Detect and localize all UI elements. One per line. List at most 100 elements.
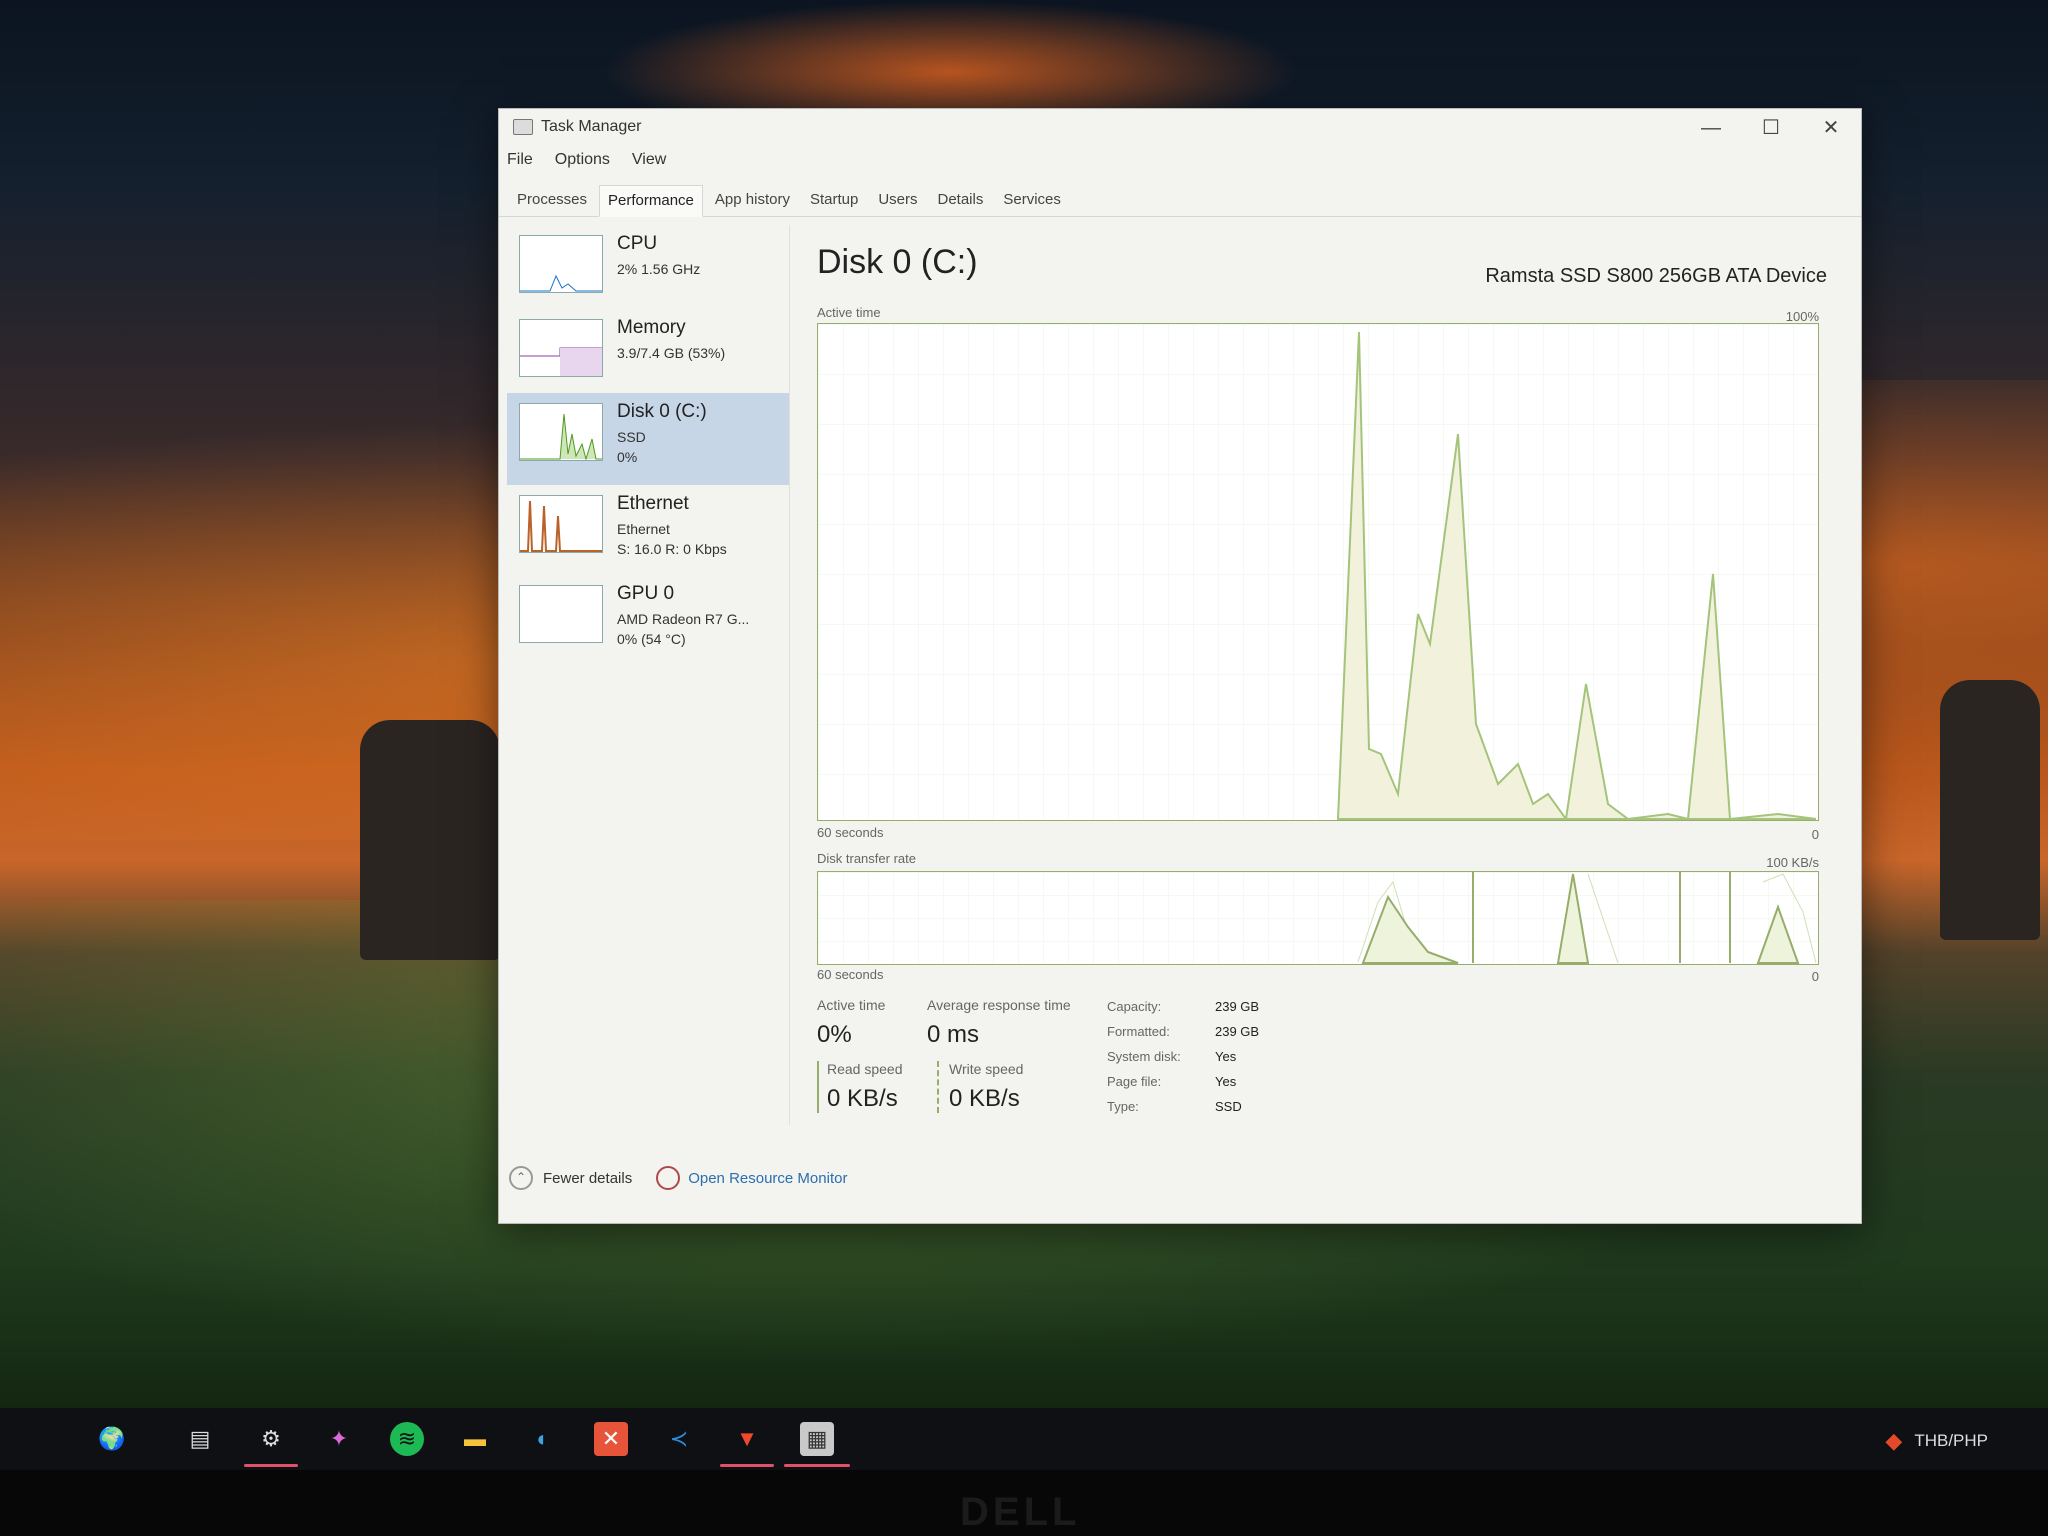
transfer-rate-graph: [817, 871, 1819, 965]
gpu-usage-text: 0% (54 °C): [617, 631, 686, 647]
stat-active-time-label: Active time: [817, 997, 886, 1013]
task-manager-window: Task Manager — ☐ ✕ File Options View Pro…: [498, 108, 1862, 1224]
tab-details[interactable]: Details: [930, 185, 992, 216]
window-title: Task Manager: [541, 118, 642, 135]
task-manager-running-indicator: [784, 1464, 850, 1467]
menu-options[interactable]: Options: [555, 151, 610, 175]
edge-icon[interactable]: ◐: [526, 1422, 560, 1456]
close-button[interactable]: ✕: [1801, 113, 1861, 143]
fewer-details-label: Fewer details: [543, 1169, 633, 1187]
sidebar-item-label: Ethernet: [617, 493, 689, 514]
currency-widget-text[interactable]: THB/PHP: [1914, 1431, 1988, 1451]
stat-read-label: Read speed: [827, 1061, 903, 1077]
task-manager-app-icon: [513, 119, 533, 135]
cpu-thumbnail-graph: [519, 235, 603, 293]
gpu-thumbnail-graph: [519, 585, 603, 643]
sidebar-item-detail: AMD Radeon R7 G... 0% (54 °C): [617, 609, 749, 649]
tab-performance[interactable]: Performance: [599, 185, 703, 217]
menu-view[interactable]: View: [632, 151, 666, 175]
memory-thumbnail-graph: [519, 319, 603, 377]
file-explorer-icon[interactable]: ▬: [458, 1422, 492, 1456]
taskbar: 🌍 ▤ ⚙ ✦ ≋ ▬ ◐ ✕ ≺ ▼ ▦ ◆ THB/PHP: [0, 1408, 2048, 1470]
settings-icon[interactable]: ⚙: [254, 1422, 288, 1456]
tab-processes[interactable]: Processes: [509, 185, 595, 216]
transfer-rate-min-label: 0: [1811, 969, 1819, 984]
prop-system-disk-key: System disk:: [1107, 1049, 1181, 1064]
device-name: Ramsta SSD S800 256GB ATA Device: [1485, 265, 1827, 287]
chevron-up-icon: ⌃: [509, 1166, 533, 1190]
task-manager-icon[interactable]: ▦: [800, 1422, 834, 1456]
read-speed-indicator: [817, 1061, 819, 1113]
spotify-icon[interactable]: ≋: [390, 1422, 424, 1456]
sidebar-item-cpu[interactable]: CPU 2% 1.56 GHz: [507, 225, 789, 311]
prop-capacity-value: 239 GB: [1215, 999, 1260, 1014]
xampp-icon[interactable]: ✕: [594, 1422, 628, 1456]
sidebar-item-detail: 2% 1.56 GHz: [617, 261, 701, 277]
brave-icon[interactable]: ▼: [730, 1422, 764, 1456]
resource-monitor-icon: [656, 1166, 681, 1190]
open-resource-monitor-label: Open Resource Monitor: [688, 1169, 848, 1187]
copilot-icon[interactable]: ✦: [322, 1422, 356, 1456]
monitor-brand-logo: DELL: [960, 1490, 1081, 1534]
settings-running-indicator: [244, 1464, 298, 1467]
ethernet-throughput-text: S: 16.0 R: 0 Kbps: [617, 541, 727, 557]
sidebar-item-gpu[interactable]: GPU 0 AMD Radeon R7 G... 0% (54 °C): [507, 575, 789, 661]
active-time-max-label: 100%: [1785, 309, 1819, 324]
tab-strip: Processes Performance App history Startu…: [499, 185, 1861, 217]
footer-bar: ⌃ Fewer details Open Resource Monitor: [509, 1163, 847, 1193]
system-tray: ◆ THB/PHP: [1885, 1428, 1988, 1454]
sidebar-item-label: GPU 0: [617, 583, 675, 604]
ethernet-thumbnail-graph: [519, 495, 603, 553]
sidebar-item-detail: SSD 0%: [617, 427, 646, 467]
map-icon[interactable]: 🌍: [80, 1422, 144, 1456]
prop-page-file-value: Yes: [1215, 1074, 1237, 1089]
sidebar-item-detail: 3.9/7.4 GB (53%): [617, 345, 726, 361]
disk-detail-panel: Disk 0 (C:) Ramsta SSD S800 256GB ATA De…: [817, 225, 1827, 1125]
transfer-rate-graph-svg: [818, 872, 1818, 964]
sidebar-item-disk[interactable]: Disk 0 (C:) SSD 0%: [507, 393, 789, 485]
prop-type-value: SSD: [1215, 1099, 1242, 1114]
wallpaper-cloud: [600, 0, 1300, 120]
menu-bar: File Options View: [507, 151, 666, 175]
performance-sidebar: CPU 2% 1.56 GHz Memory 3.9/7.4 GB (53%) …: [507, 225, 790, 1125]
prop-capacity-key: Capacity:: [1107, 999, 1162, 1014]
menu-file[interactable]: File: [507, 151, 533, 175]
open-resource-monitor-link[interactable]: Open Resource Monitor: [656, 1166, 847, 1190]
stat-read-value: 0 KB/s: [827, 1085, 898, 1112]
prop-formatted-value: 239 GB: [1215, 1024, 1260, 1039]
active-time-duration-label: 60 seconds: [817, 825, 884, 840]
prop-formatted-key: Formatted:: [1107, 1024, 1170, 1039]
active-time-min-label: 0: [1811, 827, 1819, 842]
minimize-button[interactable]: —: [1681, 113, 1741, 143]
disk-usage-text: 0%: [617, 449, 638, 465]
maximize-button[interactable]: ☐: [1741, 113, 1801, 143]
ethernet-adapter-text: Ethernet: [617, 521, 670, 537]
prop-system-disk-value: Yes: [1215, 1049, 1237, 1064]
write-speed-indicator: [937, 1061, 939, 1113]
active-time-graph-svg: [818, 324, 1818, 822]
vscode-icon[interactable]: ≺: [662, 1422, 696, 1456]
active-time-label: Active time: [817, 305, 881, 320]
stat-active-time-value: 0%: [817, 1021, 852, 1048]
transfer-rate-duration-label: 60 seconds: [817, 967, 884, 982]
page-title: Disk 0 (C:): [817, 243, 978, 281]
sidebar-item-memory[interactable]: Memory 3.9/7.4 GB (53%): [507, 309, 789, 395]
sidebar-item-label: CPU: [617, 233, 658, 254]
task-view-icon[interactable]: ▤: [183, 1422, 217, 1456]
tab-startup[interactable]: Startup: [802, 185, 866, 216]
title-bar[interactable]: Task Manager — ☐ ✕: [499, 109, 1861, 145]
tab-services[interactable]: Services: [995, 185, 1069, 216]
currency-widget-icon: ◆: [1885, 1428, 1903, 1453]
stat-response-value: 0 ms: [927, 1021, 980, 1048]
stat-write-value: 0 KB/s: [949, 1085, 1020, 1112]
tab-users[interactable]: Users: [870, 185, 925, 216]
sidebar-item-ethernet[interactable]: Ethernet Ethernet S: 16.0 R: 0 Kbps: [507, 485, 789, 571]
tab-app-history[interactable]: App history: [707, 185, 798, 216]
brave-running-indicator: [720, 1464, 774, 1467]
wallpaper-stone: [1940, 680, 2040, 940]
prop-page-file-key: Page file:: [1107, 1074, 1162, 1089]
sidebar-item-label: Memory: [617, 317, 686, 338]
sidebar-item-detail: Ethernet S: 16.0 R: 0 Kbps: [617, 519, 727, 559]
stat-response-label: Average response time: [927, 997, 1071, 1013]
fewer-details-button[interactable]: ⌃ Fewer details: [509, 1166, 632, 1190]
